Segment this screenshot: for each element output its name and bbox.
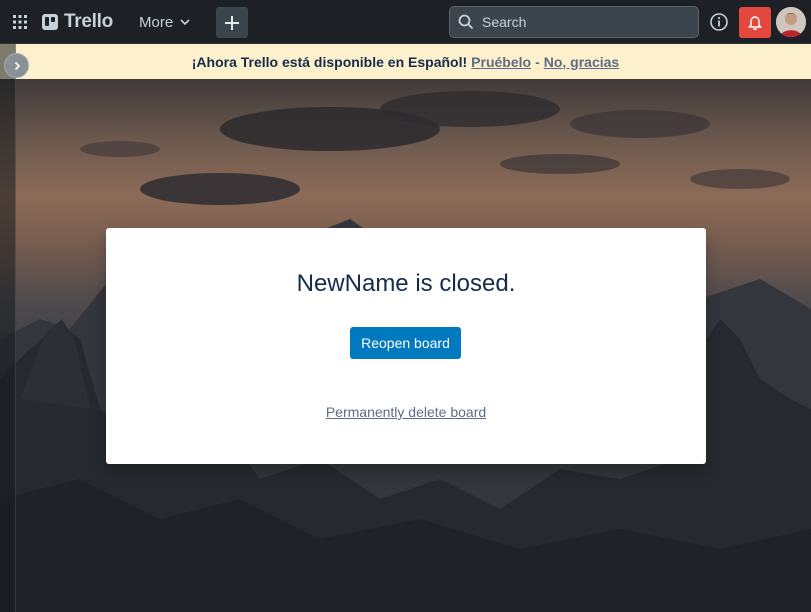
banner-separator: - [535,53,540,70]
dialog-title: NewName is closed. [296,270,516,297]
create-button[interactable] [216,7,248,38]
collapsed-sidebar [0,44,16,612]
search-box[interactable] [449,6,699,38]
plus-icon [225,15,239,30]
reopen-board-button[interactable]: Reopen board [350,327,461,359]
info-icon [710,13,728,31]
banner-message: ¡Ahora Trello está disponible en Español… [191,53,468,70]
try-spanish-link[interactable]: Pruébelo [471,54,531,70]
bell-icon [748,15,762,30]
search-icon [458,14,474,30]
information-button[interactable] [707,10,731,34]
search-input[interactable] [482,14,682,30]
logo-text: Trello [64,11,113,32]
expand-sidebar-button[interactable] [4,53,29,78]
language-banner: ¡Ahora Trello está disponible en Español… [0,44,811,79]
chevron-down-icon [180,19,190,26]
user-avatar[interactable] [776,7,806,37]
chevron-right-icon [14,61,20,70]
grid-icon [13,15,27,29]
user-photo [776,7,806,37]
trello-logo-icon [42,14,58,30]
apps-switcher-button[interactable] [8,10,32,34]
trello-logo[interactable]: Trello [42,11,113,33]
top-navigation: Trello More [0,0,811,44]
board-closed-dialog: NewName is closed. Reopen board Permanen… [106,228,706,464]
dismiss-banner-link[interactable]: No, gracias [544,54,619,70]
notifications-button[interactable] [739,7,771,38]
more-menu-button[interactable]: More [133,7,197,37]
permanently-delete-board-link[interactable]: Permanently delete board [106,404,706,420]
more-label: More [139,13,174,31]
